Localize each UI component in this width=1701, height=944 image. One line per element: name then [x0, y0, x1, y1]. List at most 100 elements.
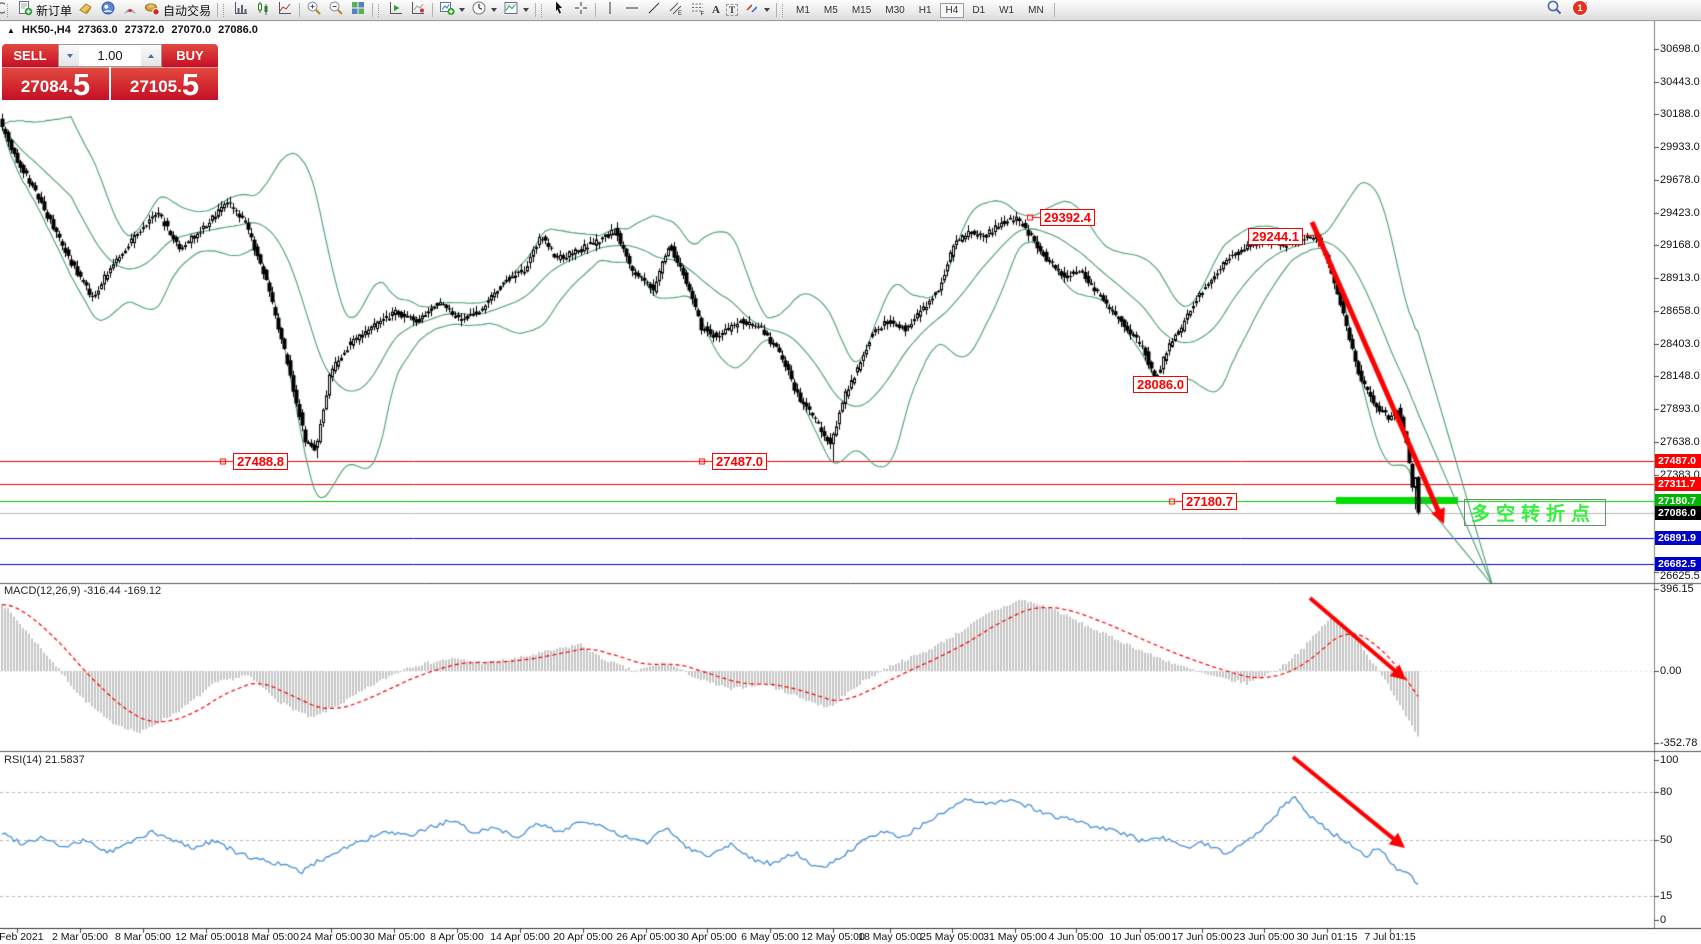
notification-badge[interactable]: 1	[1572, 0, 1588, 16]
volume-input[interactable]	[79, 47, 141, 64]
timeframe-mn[interactable]: MN	[1022, 3, 1050, 18]
y-axis-tick: 28148.0	[1660, 370, 1700, 382]
y-axis-tick: 28658.0	[1660, 305, 1700, 317]
add-indicator-icon	[439, 0, 455, 21]
timeframe-m15[interactable]: M15	[846, 3, 877, 18]
timeframe-h4[interactable]: H4	[940, 3, 965, 18]
vertical-line-icon	[602, 0, 618, 21]
x-axis-date-label: 8 Apr 05:00	[430, 931, 484, 943]
trendline-button[interactable]	[643, 1, 665, 19]
community-button[interactable]	[97, 1, 119, 19]
y-axis-tick: 28403.0	[1660, 338, 1700, 350]
autotrade-label: 自动交易	[163, 2, 211, 19]
toolbar-grip	[7, 4, 10, 17]
zoom-in-button[interactable]	[303, 1, 325, 19]
x-axis-date-label: 10 Jun 05:00	[1110, 931, 1171, 943]
symbol-marker-icon: ▲	[7, 26, 15, 35]
tile-windows-icon	[350, 0, 366, 21]
x-axis-date-label: 14 Apr 05:00	[490, 931, 550, 943]
turning-point-note[interactable]: 多空转折点	[1464, 499, 1606, 526]
timeframe-d1[interactable]: D1	[966, 3, 991, 18]
y-axis-tick: 28913.0	[1660, 272, 1700, 284]
autotrade-button[interactable]: 自动交易	[141, 1, 214, 19]
zoom-in-icon	[306, 0, 322, 21]
toolbar-grip	[223, 4, 226, 17]
y-axis-tick: 30698.0	[1660, 43, 1700, 55]
add-indicator-button[interactable]	[436, 1, 468, 19]
sell-price-main: 27084	[21, 75, 68, 99]
macd-label: MACD(12,26,9) -316.44 -169.12	[4, 585, 161, 597]
price-label-box[interactable]: 27180.7	[1182, 493, 1237, 510]
sell-price[interactable]: 27084.5	[2, 67, 109, 100]
toolbar-separator	[535, 3, 536, 17]
buy-button[interactable]: BUY	[162, 44, 218, 67]
y-axis-tick: 30188.0	[1660, 108, 1700, 120]
timeframe-toolbar: M1M5M15M30H1H4D1W1MN	[789, 3, 1051, 18]
fibonacci-button[interactable]: F	[687, 1, 709, 19]
arrows-tool-button[interactable]	[741, 1, 773, 19]
x-axis-date-label: 30 Apr 05:00	[677, 931, 737, 943]
x-axis-date-label: 23 Jun 05:00	[1234, 931, 1295, 943]
chevron-down-icon	[491, 8, 497, 12]
new-order-icon	[17, 0, 33, 21]
price-label-box[interactable]: 29392.4	[1040, 209, 1095, 226]
trend-arrow-1[interactable]	[1312, 222, 1444, 524]
sell-button[interactable]: SELL	[2, 44, 58, 67]
signals-button[interactable]	[119, 1, 141, 19]
svg-text:F: F	[701, 11, 705, 16]
vertical-line-button[interactable]	[599, 1, 621, 19]
label-tool-button[interactable]: T	[723, 1, 741, 19]
y-axis-price-badge: 27311.7	[1655, 477, 1701, 491]
timeframe-m5[interactable]: M5	[818, 3, 844, 18]
cursor-button[interactable]	[548, 1, 570, 19]
timeframe-w1[interactable]: W1	[993, 3, 1020, 18]
auto-scroll-button[interactable]	[407, 1, 429, 19]
text-tool-button[interactable]: A	[709, 1, 723, 19]
search-icon	[1546, 0, 1563, 21]
new-order-button[interactable]: 新订单	[14, 1, 75, 19]
search-button[interactable]	[1543, 1, 1566, 19]
ohlc-open: 27363.0	[78, 24, 118, 36]
new-order-label: 新订单	[36, 2, 72, 19]
rsi-axis-label: 100	[1660, 754, 1678, 766]
bar-chart-button[interactable]	[230, 1, 252, 19]
tile-windows-button[interactable]	[347, 1, 369, 19]
volume-decrease-button[interactable]	[59, 45, 79, 66]
chevron-down-icon	[523, 8, 529, 12]
price-label-box[interactable]: 27488.8	[233, 453, 288, 470]
periods-button[interactable]	[468, 1, 500, 19]
volume-increase-button[interactable]	[141, 45, 161, 66]
eraser-button[interactable]	[75, 1, 97, 19]
toolbar-separator	[432, 3, 433, 17]
trend-arrow-3[interactable]	[1293, 757, 1405, 848]
timeframe-m1[interactable]: M1	[790, 3, 816, 18]
crosshair-button[interactable]	[570, 1, 592, 19]
price-label-box[interactable]: 27487.0	[712, 453, 767, 470]
timeframe-h1[interactable]: H1	[913, 3, 938, 18]
trend-arrow-2[interactable]	[1310, 598, 1406, 680]
y-axis-tick: 29168.0	[1660, 239, 1700, 251]
x-axis-date-label: 18 Mar 05:00	[237, 931, 299, 943]
price-label-box[interactable]: 29244.1	[1248, 228, 1303, 245]
channel-button[interactable]: E	[665, 1, 687, 19]
y-axis-tick: 29933.0	[1660, 141, 1700, 153]
scroll-to-end-button[interactable]	[385, 1, 407, 19]
line-chart-button[interactable]	[274, 1, 296, 19]
toolbar-separator	[299, 3, 300, 17]
x-axis-date-label: 30 Mar 05:00	[363, 931, 425, 943]
highlight-bar[interactable]	[1336, 497, 1458, 504]
horizontal-line-icon	[624, 0, 640, 21]
price-label-box[interactable]: 28086.0	[1133, 376, 1188, 393]
horizontal-line-button[interactable]	[621, 1, 643, 19]
templates-button[interactable]	[500, 1, 532, 19]
toolbar-separator	[217, 3, 218, 17]
x-axis-date-label: 4 Jun 05:00	[1049, 931, 1104, 943]
timeframe-m30[interactable]: M30	[879, 3, 910, 18]
candlestick-chart-button[interactable]	[252, 1, 274, 19]
buy-price[interactable]: 27105.5	[111, 67, 218, 100]
clipped-icon	[0, 0, 5, 21]
cursor-icon	[551, 0, 567, 21]
chart-canvas[interactable]	[0, 0, 1701, 944]
zoom-out-button[interactable]	[325, 1, 347, 19]
buy-label: BUY	[176, 48, 203, 63]
